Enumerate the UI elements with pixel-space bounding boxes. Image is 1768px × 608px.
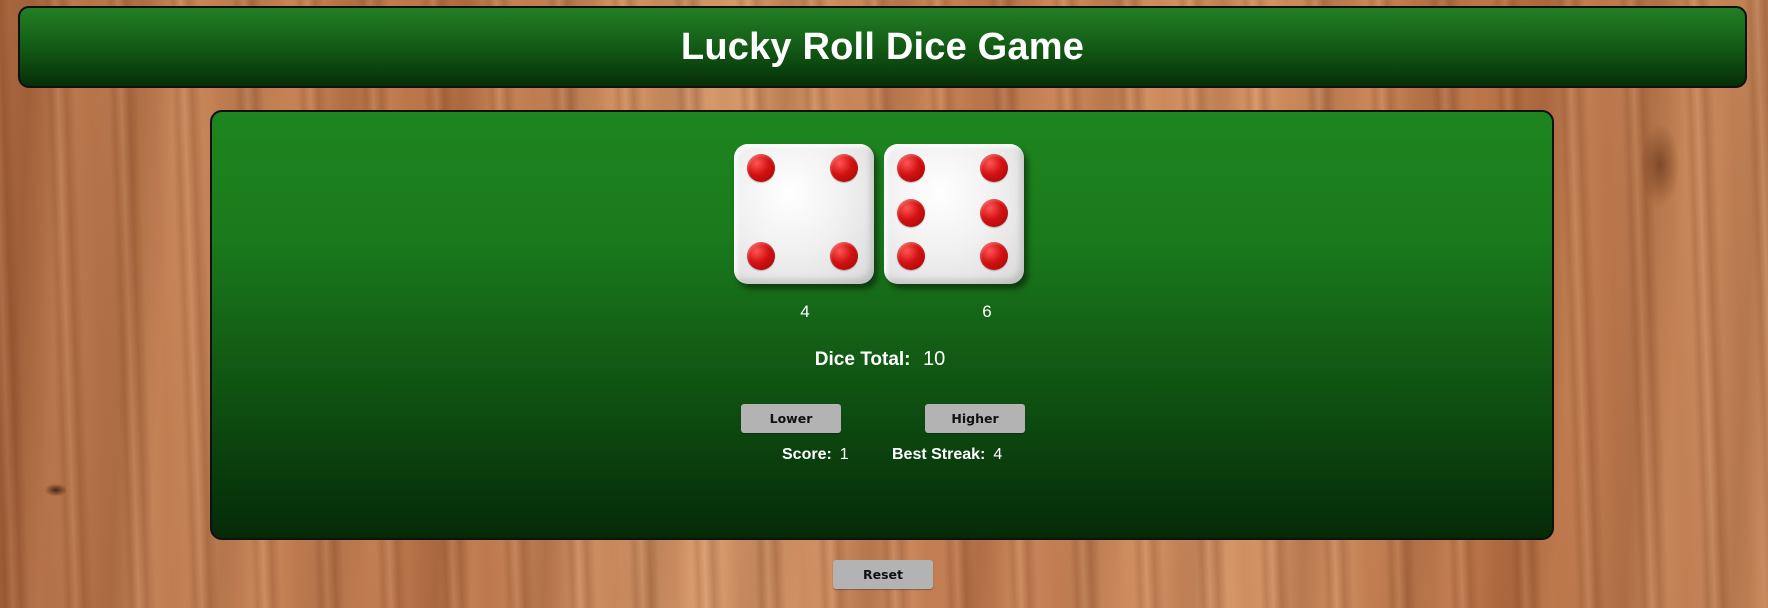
die-2-value: 6: [982, 302, 992, 321]
lower-button[interactable]: Lower: [741, 404, 841, 433]
higher-button[interactable]: Higher: [925, 404, 1025, 433]
title-banner: Lucky Roll Dice Game: [18, 6, 1747, 88]
die-1-value: 4: [800, 302, 810, 321]
best-streak-label: Best Streak:: [892, 446, 986, 463]
game-board: 4 6 Dice Total: 10 Lower Higher Score: 1 …: [210, 110, 1554, 540]
die-1: [734, 144, 874, 284]
score-display: Score: 1: [782, 446, 849, 464]
score-value: 1: [839, 446, 849, 463]
die-pip: [897, 199, 925, 227]
best-streak-value: 4: [993, 446, 1003, 463]
die-pip: [980, 199, 1008, 227]
game-title: Lucky Roll Dice Game: [680, 25, 1085, 68]
dice-total-value: 10: [922, 348, 946, 370]
die-pip: [830, 242, 858, 270]
die-pip: [897, 242, 925, 270]
die-pip: [980, 242, 1008, 270]
die-pip: [897, 154, 925, 182]
reset-button[interactable]: Reset: [833, 560, 933, 589]
best-streak-display: Best Streak: 4: [892, 446, 1002, 464]
score-label: Score:: [782, 446, 832, 463]
die-pip: [747, 154, 775, 182]
dice-total-label: Dice Total:: [814, 349, 911, 370]
die-2: [884, 144, 1024, 284]
dice-total: Dice Total: 10: [208, 348, 1552, 371]
die-pip: [747, 242, 775, 270]
die-pip: [830, 154, 858, 182]
die-pip: [980, 154, 1008, 182]
